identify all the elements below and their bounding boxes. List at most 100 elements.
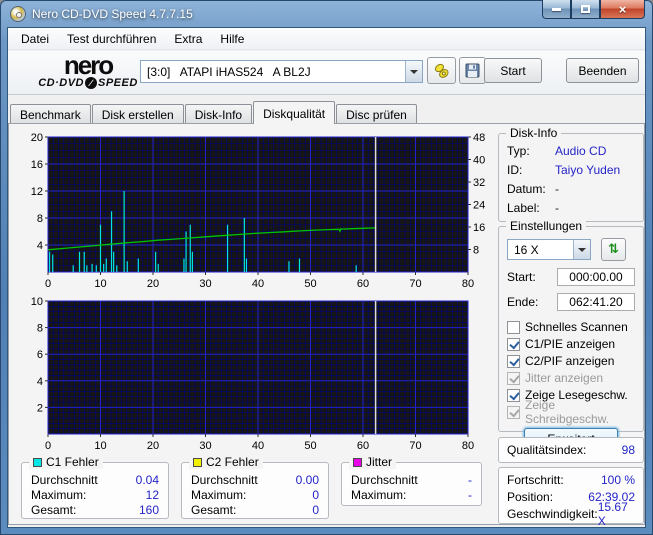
stat-row: Durchschnitt 0.04 [31, 473, 159, 488]
svg-text:70: 70 [409, 278, 421, 290]
c2-legend: C2 Fehler [189, 455, 263, 469]
svg-text:30: 30 [199, 440, 211, 452]
jitter-stats-box: Jitter Durchschnitt - Maximum: - [341, 455, 482, 506]
svg-text:8: 8 [37, 213, 43, 225]
client-area: Datei Test durchführen Extra Hilfe nero … [8, 28, 645, 528]
logo-text-right: SPEED [97, 77, 138, 89]
info-value: - [555, 182, 559, 196]
start-time-field[interactable]: 000:00.00 [557, 268, 635, 286]
menu-extra[interactable]: Extra [165, 29, 211, 49]
c1-stats-box: C1 Fehler Durchschnitt 0.04 Maximum: 12 Ge… [21, 455, 169, 519]
checkbox-icon [507, 337, 520, 351]
svg-text:20: 20 [147, 278, 159, 290]
stat-row: Durchschnitt - [351, 473, 472, 488]
svg-text:40: 40 [473, 155, 485, 167]
svg-text:50: 50 [304, 440, 316, 452]
tab-benchmark[interactable]: Benchmark [10, 104, 91, 124]
speed-label: Geschwindigkeit: [507, 506, 598, 521]
start-field-label: Start: [507, 270, 536, 284]
stat-label: Gesamt: [191, 503, 237, 517]
stat-label: Durchschnitt [351, 473, 418, 487]
minimize-button[interactable] [542, 0, 571, 19]
jitter-stats-rows: Durchschnitt - Maximum: - [342, 463, 481, 503]
app-icon [10, 6, 26, 22]
drive-select-value: [3:0] ATAPI iHAS524 A BL2J [147, 64, 311, 79]
tools-button[interactable] [427, 57, 456, 84]
checkbox-icon [507, 371, 520, 385]
tab-diskqualitaet[interactable]: Diskqualität [253, 101, 336, 124]
svg-text:40: 40 [252, 278, 264, 290]
quality-index-label: Qualitätsindex: [507, 443, 587, 457]
svg-text:50: 50 [304, 278, 316, 290]
info-value: - [555, 201, 559, 215]
svg-text:80: 80 [462, 278, 474, 290]
caption-buttons: × [542, 0, 645, 19]
checkbox-icon [507, 320, 520, 334]
stat-row: Maximum: - [351, 488, 472, 503]
close-icon: × [618, 1, 627, 17]
speed-select-dropdown-button[interactable] [573, 240, 590, 259]
c1-error-chart: 48121620816243240480 10 20 30 40 50 60 70 80 [31, 132, 486, 290]
checkbox-schnelles-scannen[interactable]: Schnelles Scannen [507, 319, 635, 335]
refresh-icon: ⇅ [608, 242, 619, 257]
checkbox-c1-pie-anzeigen[interactable]: C1/PIE anzeigen [507, 336, 635, 352]
info-value: Taiyo Yuden [555, 163, 621, 177]
progress-label: Fortschritt: [507, 472, 564, 487]
close-button[interactable]: × [600, 0, 645, 19]
drive-select-dropdown-button[interactable] [405, 61, 422, 82]
menu-datei[interactable]: Datei [12, 29, 58, 49]
refresh-button[interactable]: ⇅ [601, 238, 626, 261]
stat-value: - [468, 488, 472, 502]
stat-label: Gesamt: [31, 503, 77, 517]
start-button[interactable]: Start [484, 58, 542, 83]
save-button[interactable] [459, 57, 486, 84]
settings-title: Einstellungen [506, 219, 587, 233]
logo-text-left: CD·DVD [38, 77, 84, 89]
stat-value: 0.00 [295, 473, 319, 487]
disk-info-row-typ: Typ: Audio CD [507, 144, 635, 163]
quality-index-row: Qualitätsindex: 98 [499, 438, 643, 457]
progress-value: 100 % [600, 472, 635, 487]
minimize-icon [552, 7, 561, 11]
disk-info-row-datum: Datum: - [507, 182, 635, 201]
tab-disk-erstellen[interactable]: Disk erstellen [91, 104, 184, 124]
stat-value: 0 [312, 503, 319, 517]
stat-value: 0.04 [135, 473, 159, 487]
tab-disc-pruefen[interactable]: Disc prüfen [336, 104, 417, 124]
tab-disk-info[interactable]: Disk-Info [184, 104, 253, 124]
speed-select[interactable]: 16 X [507, 239, 591, 260]
start-button-label: Start [500, 63, 526, 78]
end-field-label: Ende: [507, 295, 539, 309]
svg-text:48: 48 [473, 132, 485, 144]
jitter-legend-swatch [353, 457, 362, 467]
c1-legend: C1 Fehler [29, 455, 103, 469]
end-time-field[interactable]: 062:41.20 [557, 293, 635, 311]
stat-value: 160 [138, 503, 159, 517]
c2-error-chart: 2 4 6 8 10 0 10 20 30 40 50 60 70 80 [31, 296, 474, 452]
stat-value: 0 [312, 488, 319, 502]
quit-button[interactable]: Beenden [566, 58, 639, 83]
menu-hilfe[interactable]: Hilfe [211, 29, 253, 49]
drive-select[interactable]: [3:0] ATAPI iHAS524 A BL2J [140, 60, 423, 83]
speed-select-value: 16 X [514, 242, 539, 257]
checkbox-label: Jitter anzeigen [525, 371, 604, 385]
checkbox-c2-pif-anzeigen[interactable]: C2/PIF anzeigen [507, 353, 635, 369]
maximize-button[interactable] [571, 0, 600, 19]
start-field-row: Start: 000:00.00 [507, 268, 635, 286]
svg-text:70: 70 [409, 440, 421, 452]
svg-text:60: 60 [357, 440, 369, 452]
c2-legend-swatch [193, 457, 202, 467]
maximize-icon [581, 5, 590, 13]
menu-test-durchfuehren[interactable]: Test durchführen [58, 29, 165, 49]
svg-text:4: 4 [37, 240, 43, 252]
stat-row: Durchschnitt 0.00 [191, 473, 319, 488]
checkbox-icon [507, 388, 520, 402]
speed-value-row: Geschwindigkeit: 15.67 X [499, 500, 643, 528]
settings-inner: 16 X ⇅ Start: 000:00.00 Ende: 062:41.20 [499, 227, 643, 449]
disk-info-row-id: ID: Taiyo Yuden [507, 163, 635, 182]
speed-row: 16 X ⇅ [507, 238, 635, 261]
svg-text:12: 12 [31, 186, 43, 198]
svg-text:16: 16 [31, 159, 43, 171]
info-label: Datum: [507, 182, 546, 196]
tools-icon [434, 63, 449, 78]
